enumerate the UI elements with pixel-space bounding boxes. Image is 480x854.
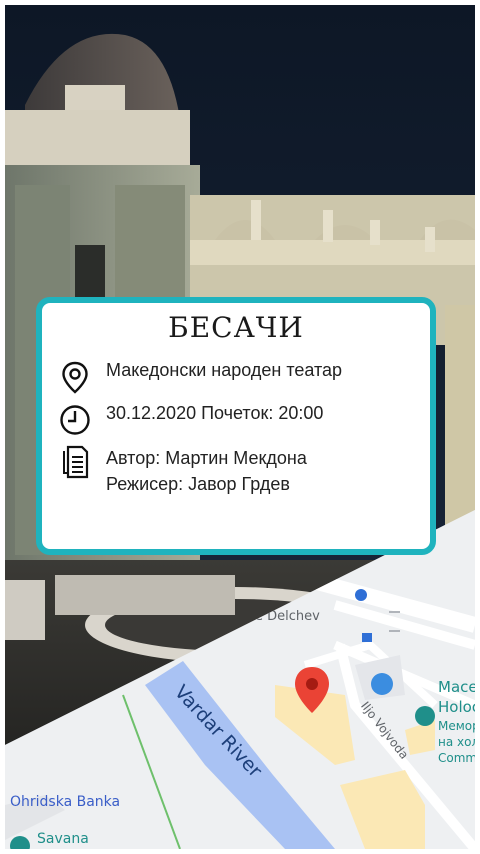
poi-label-comm[interactable]: Comm: [438, 751, 475, 765]
author-text: Автор: Мартин Мекдона: [106, 448, 307, 468]
event-info-card: БЕСАЧИ Македонски народен театар 30.12.2…: [36, 297, 436, 555]
venue-row: Македонски народен театар: [58, 360, 342, 394]
document-icon: [63, 445, 89, 479]
poi-label-savana[interactable]: Savana: [37, 831, 89, 847]
datetime-row: 30.12.2020 Почеток: 20:00: [58, 403, 323, 437]
poi-label-na-holo[interactable]: на холо: [438, 735, 475, 749]
venue-text: Македонски народен театар: [106, 360, 343, 380]
event-title: БЕСАЧИ: [168, 311, 304, 344]
datetime-text: 30.12.2020 Почеток: 20:00: [106, 403, 324, 423]
credits-row: Автор: Мартин Мекдона Режисер: Јавор Грд…: [58, 445, 307, 497]
poi-label-holoc[interactable]: Holoc: [438, 698, 475, 716]
poi-label-mace[interactable]: Mace: [438, 678, 475, 696]
location-pin-icon: [62, 361, 88, 394]
clock-icon: [60, 405, 90, 435]
credits-text: Автор: Мартин Мекдона Режисер: Јавор Грд…: [106, 445, 307, 497]
director-text: Режисер: Јавор Грдев: [106, 474, 290, 494]
poi-label-memor[interactable]: Мемор: [438, 719, 475, 733]
map-marker-icon[interactable]: [292, 665, 332, 717]
poi-label-ohridska-banka[interactable]: Ohridska Banka: [10, 794, 120, 810]
event-poster: Vardar River e Delchev Iljo Vojvoda Ohri…: [0, 0, 480, 854]
